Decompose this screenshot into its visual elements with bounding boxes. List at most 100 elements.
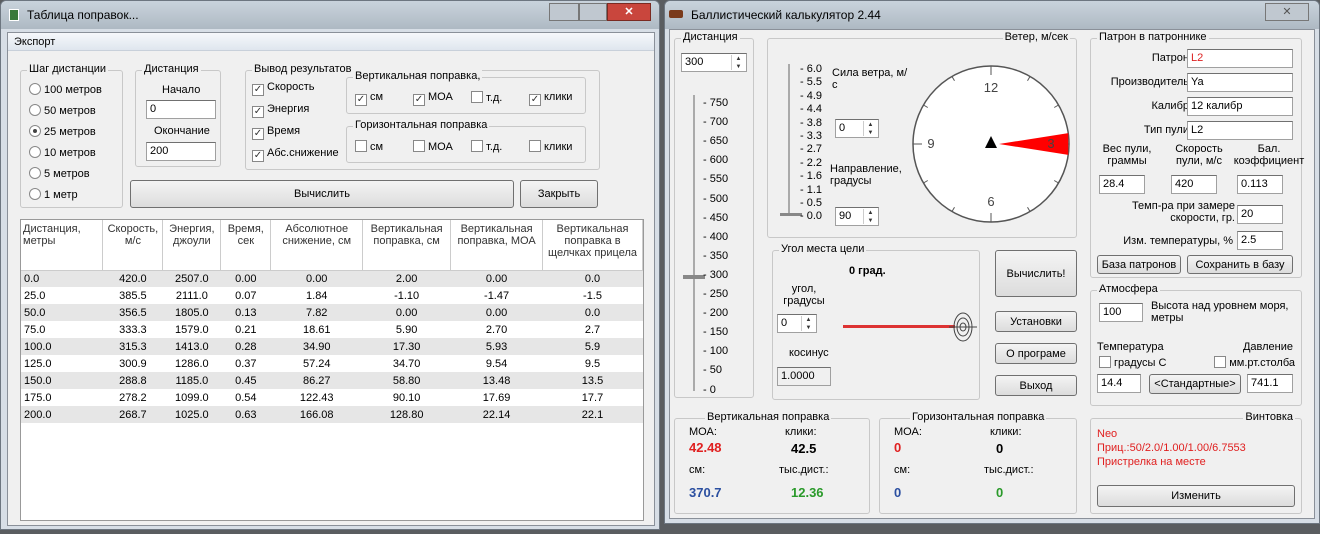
step-radio[interactable]: 50 метров xyxy=(29,104,96,117)
bullet-type-input[interactable]: L2 xyxy=(1187,121,1293,140)
measure-temp-input[interactable]: 20 xyxy=(1237,205,1283,224)
distance-tick: - 0 xyxy=(703,383,716,396)
table-row[interactable]: 150.0 288.8 1185.0 0.45 86.27 58.80 13.48 13.5 xyxy=(21,372,643,389)
output-checkbox[interactable]: ✓ Время xyxy=(252,125,300,140)
column-header[interactable]: Время, сек xyxy=(220,220,272,271)
distance-slider-thumb[interactable] xyxy=(683,274,705,279)
change-rifle-button[interactable]: Изменить xyxy=(1097,485,1295,507)
step-radio[interactable]: 1 метр xyxy=(29,188,78,201)
distance-spinbox[interactable]: 300 ▲ ▼ xyxy=(681,53,747,72)
column-header[interactable]: Энергия, джоули xyxy=(162,220,222,271)
standard-button[interactable]: <Стандартные> xyxy=(1149,374,1241,394)
table-window: Таблица поправок... ✕ Экспорт Шаг дистан… xyxy=(0,0,660,530)
column-header[interactable]: Вертикальная поправка, МОА xyxy=(450,220,544,271)
table-row[interactable]: 50.0 356.5 1805.0 0.13 7.82 0.00 0.00 0.0 xyxy=(21,304,643,321)
close-button[interactable]: Закрыть xyxy=(520,180,598,208)
table-row[interactable]: 175.0 278.2 1099.0 0.54 122.43 90.10 17.69 17.7 xyxy=(21,389,643,406)
column-header[interactable]: Абсолютное снижение, см xyxy=(270,220,364,271)
cosine-output: 1.0000 xyxy=(777,367,831,386)
close-icon[interactable]: ✕ xyxy=(607,3,651,21)
temperature-input[interactable]: 14.4 xyxy=(1097,374,1141,393)
horizontal-checkbox[interactable]: МОА xyxy=(413,140,453,153)
settings-button[interactable]: Установки xyxy=(995,311,1077,332)
horizontal-checkbox[interactable]: клики xyxy=(529,140,572,153)
table-cell: 0.45 xyxy=(220,372,271,389)
step-radio[interactable]: 100 метров xyxy=(29,83,102,96)
output-label: Энергия xyxy=(267,103,310,115)
vertical-checkbox[interactable]: ✓ клики xyxy=(529,91,572,106)
spin-arrows-icon[interactable]: ▲ ▼ xyxy=(731,55,745,70)
table-row[interactable]: 0.0 420.0 2507.0 0.00 0.00 2.00 0.00 0.0 xyxy=(21,270,643,287)
table-cell: 2.7 xyxy=(584,323,601,336)
column-header[interactable]: Дистанция, метры xyxy=(21,220,104,271)
distance-tick: - 200 xyxy=(703,307,729,320)
menu-export[interactable]: Экспорт xyxy=(14,36,55,48)
temp-change-input[interactable]: 2.5 xyxy=(1237,231,1283,250)
caliber-label: Калибр xyxy=(1151,100,1189,112)
about-button[interactable]: О програме xyxy=(995,343,1077,364)
distance-slider-track[interactable] xyxy=(693,95,695,391)
altitude-input[interactable]: 100 xyxy=(1099,303,1143,322)
wind-clock[interactable]: 12 3 6 9 xyxy=(906,59,1076,229)
table-cell: 315.3 xyxy=(102,338,163,355)
app-icon xyxy=(9,9,19,21)
start-input[interactable]: 0 xyxy=(146,100,216,119)
spin-arrows-icon[interactable]: ▲ ▼ xyxy=(863,121,877,136)
wind-slider-track[interactable] xyxy=(788,64,790,214)
vertical-checkbox[interactable]: ✓ МОА xyxy=(413,91,453,106)
cartridge-db-button[interactable]: База патронов xyxy=(1097,255,1181,274)
cartridge-group: Патрон в патроннике Патрон L2 Производит… xyxy=(1090,31,1304,278)
horizontal-checkbox[interactable]: т.д. xyxy=(471,140,502,153)
spin-arrows-icon[interactable]: ▲ ▼ xyxy=(801,316,815,331)
rifle-info-line: Приц.:50/2.0/1.00/1.00/6.7553 xyxy=(1097,442,1246,454)
calculate-button[interactable]: Вычислить! xyxy=(995,250,1077,297)
caliber-input[interactable]: 12 калибр xyxy=(1187,97,1293,116)
step-radio[interactable]: 5 метров xyxy=(29,167,90,180)
pressure-input[interactable]: 741.1 xyxy=(1247,374,1293,393)
cartridge-name-label: Патрон xyxy=(1151,52,1189,64)
wind-speed-spinbox[interactable]: 0 ▲ ▼ xyxy=(835,119,879,138)
weight-input[interactable]: 28.4 xyxy=(1099,175,1145,194)
horizontal-checkbox[interactable]: см xyxy=(355,140,383,153)
wind-direction-spinbox[interactable]: 90 ▲ ▼ xyxy=(835,207,879,226)
calculate-button[interactable]: Вычислить xyxy=(130,180,514,208)
close-icon[interactable]: ✕ xyxy=(1265,3,1309,21)
spin-arrows-icon[interactable]: ▲ ▼ xyxy=(863,209,877,224)
output-checkbox[interactable]: ✓ Энергия xyxy=(252,103,309,118)
mmhg-checkbox[interactable]: мм.рт.столба xyxy=(1214,356,1295,369)
moa-label: МОА: xyxy=(894,426,922,438)
output-checkbox[interactable]: ✓ Абс.снижение xyxy=(252,147,339,162)
step-radio[interactable]: 25 метров xyxy=(29,125,96,138)
sight-line xyxy=(843,325,955,328)
column-header[interactable]: Скорость, м/с xyxy=(102,220,164,271)
exit-button[interactable]: Выход xyxy=(995,375,1077,396)
table-cell: 22.14 xyxy=(450,406,543,423)
cartridge-name-input[interactable]: L2 xyxy=(1187,49,1293,68)
column-header[interactable]: Вертикальная поправка, см xyxy=(362,220,452,271)
table-row[interactable]: 125.0 300.9 1286.0 0.37 57.24 34.70 9.54 9.5 xyxy=(21,355,643,372)
maximize-button[interactable] xyxy=(579,3,607,21)
vertical-checkbox[interactable]: ✓ см xyxy=(355,91,383,106)
wind-slider-thumb[interactable] xyxy=(780,213,802,216)
table-row[interactable]: 25.0 385.5 2111.0 0.07 1.84 -1.10 -1.47 -1.5 xyxy=(21,287,643,304)
results-table-container[interactable]: Дистанция, метры Скорость, м/с Энергия, дж… xyxy=(20,219,644,521)
table-row[interactable]: 100.0 315.3 1413.0 0.28 34.90 17.30 5.93 5.9 xyxy=(21,338,643,355)
angle-spinbox[interactable]: 0 ▲ ▼ xyxy=(777,314,817,333)
end-input[interactable]: 200 xyxy=(146,142,216,161)
output-checkbox[interactable]: ✓ Скорость xyxy=(252,81,315,96)
table-cell: 2.70 xyxy=(485,323,508,336)
table-row[interactable]: 75.0 333.3 1579.0 0.21 18.61 5.90 2.70 2.7 xyxy=(21,321,643,338)
table-row[interactable]: 200.0 268.7 1025.0 0.63 166.08 128.80 22.14 22.… xyxy=(21,406,643,423)
bc-input[interactable]: 0.113 xyxy=(1237,175,1283,194)
celsius-checkbox[interactable]: градусы С xyxy=(1099,356,1166,369)
vertical-checkbox[interactable]: т.д. xyxy=(471,91,502,104)
column-header[interactable]: Вертикальная поправка в щелчках прицела xyxy=(542,220,643,271)
table-cell: -1.10 xyxy=(394,289,420,302)
save-to-db-button[interactable]: Сохранить в базу xyxy=(1187,255,1293,274)
step-radio[interactable]: 10 метров xyxy=(29,146,96,159)
speed-input[interactable]: 420 xyxy=(1171,175,1217,194)
atmosphere-legend: Атмосфера xyxy=(1097,283,1160,295)
minimize-button[interactable] xyxy=(549,3,579,21)
maker-input[interactable]: Ya xyxy=(1187,73,1293,92)
table-cell: 5.90 xyxy=(395,323,418,336)
